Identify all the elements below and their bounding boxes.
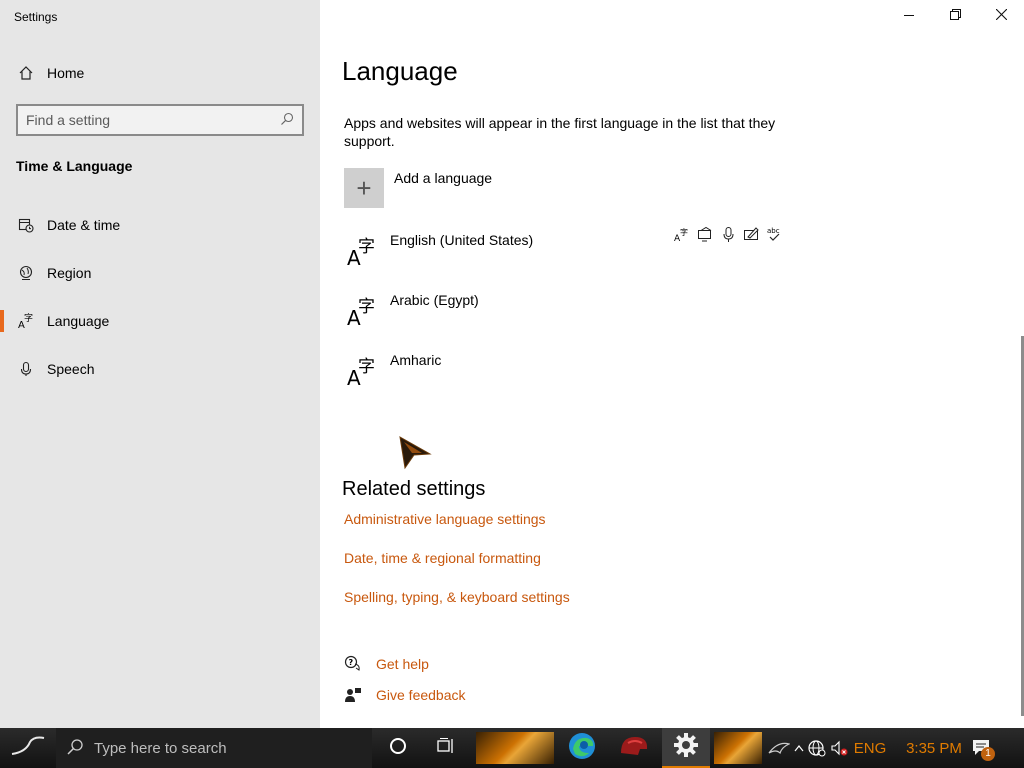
admin-language-settings-link[interactable]: Administrative language settings: [344, 511, 546, 527]
display-language-icon: A字: [674, 226, 691, 244]
microphone-icon: [16, 359, 36, 379]
sidebar-item-date-time[interactable]: Date & time: [0, 205, 320, 245]
main-content: Language Apps and websites will appear i…: [320, 0, 1024, 728]
language-features: A字 abc: [674, 226, 783, 244]
help-chat-icon: ?: [344, 655, 362, 673]
notification-badge: 1: [981, 747, 995, 761]
svg-text:abc: abc: [767, 227, 780, 235]
language-icon: A字: [347, 237, 375, 270]
svg-text:字: 字: [24, 312, 33, 324]
settings-window: Settings Home Time & Language Date & tim…: [0, 0, 1024, 728]
gear-icon: [673, 732, 699, 763]
language-icon: A字: [347, 297, 375, 330]
sidebar: Settings Home Time & Language Date & tim…: [0, 0, 320, 728]
settings-app-button[interactable]: [662, 728, 710, 768]
search-icon: [66, 738, 84, 761]
language-description: Apps and websites will appear in the fir…: [344, 115, 776, 149]
volume-muted-icon[interactable]: [828, 739, 850, 757]
sidebar-item-home[interactable]: Home: [0, 53, 320, 93]
taskbar-theme-decoration: [714, 732, 762, 764]
start-logo-icon: [8, 734, 48, 763]
language-item-arabic[interactable]: A字 Arabic (Egypt): [344, 290, 784, 342]
action-center-button[interactable]: 1: [964, 728, 1000, 768]
sidebar-item-label: Region: [47, 265, 92, 281]
taskbar-search-box[interactable]: Type here to search: [56, 728, 372, 768]
svg-text:字: 字: [680, 227, 688, 237]
app-title: Settings: [14, 10, 58, 24]
search-icon[interactable]: [280, 112, 296, 128]
sidebar-item-speech[interactable]: Speech: [0, 349, 320, 389]
text-to-speech-icon: [697, 226, 714, 243]
give-feedback-label: Give feedback: [376, 687, 466, 703]
speech-recognition-icon: [720, 226, 737, 243]
related-settings-title: Related settings: [342, 478, 486, 500]
taskbar-search-placeholder: Type here to search: [94, 740, 227, 757]
search-setting-box[interactable]: [16, 104, 304, 136]
sidebar-item-region[interactable]: Region: [0, 253, 320, 293]
rog-logo-icon[interactable]: [766, 741, 792, 755]
page-title: Language: [342, 56, 458, 86]
input-language-indicator[interactable]: ENG: [850, 740, 890, 757]
network-globe-icon[interactable]: [806, 739, 828, 757]
chevron-up-icon[interactable]: [792, 744, 806, 752]
get-help-label: Get help: [376, 656, 429, 672]
task-view-icon: [437, 737, 455, 760]
add-language-label: Add a language: [394, 170, 493, 186]
sidebar-item-language[interactable]: A字 Language: [0, 301, 320, 341]
taskbar: Type here to search ENG 3:35 PM 1: [0, 728, 1024, 768]
language-item-amharic[interactable]: A字 Amharic: [344, 350, 784, 402]
task-view-button[interactable]: [430, 728, 462, 768]
game-app-button[interactable]: [612, 728, 656, 768]
typing-keyboard-settings-link[interactable]: Spelling, typing, & keyboard settings: [344, 589, 570, 605]
start-button[interactable]: [0, 728, 56, 768]
helmet-icon: [618, 733, 650, 764]
language-name: English (United States): [390, 232, 534, 248]
mouse-cursor-icon: [398, 436, 432, 470]
globe-icon: [16, 263, 36, 283]
sidebar-item-label: Home: [47, 65, 85, 81]
spellcheck-icon: abc: [766, 226, 783, 243]
plus-icon: +: [344, 168, 384, 208]
language-icon: A字: [16, 311, 36, 331]
sidebar-item-label: Speech: [47, 361, 95, 377]
svg-text:?: ?: [349, 658, 354, 667]
edge-icon: [567, 731, 597, 766]
cortana-circle-icon: [389, 737, 407, 760]
sidebar-item-label: Language: [47, 313, 110, 329]
language-name: Arabic (Egypt): [390, 292, 479, 308]
cortana-button[interactable]: [382, 728, 414, 768]
system-tray: ENG 3:35 PM: [766, 728, 972, 768]
notification-icon: 1: [971, 737, 995, 761]
sidebar-item-label: Date & time: [47, 217, 121, 233]
calendar-clock-icon: [16, 215, 36, 235]
home-icon: [16, 63, 36, 83]
handwriting-icon: [743, 226, 760, 243]
taskbar-theme-decoration: [476, 732, 554, 764]
regional-formatting-link[interactable]: Date, time & regional formatting: [344, 550, 541, 566]
section-title: Time & Language: [16, 158, 133, 174]
feedback-person-icon: [344, 686, 362, 704]
language-icon: A字: [347, 357, 375, 390]
edge-browser-button[interactable]: [560, 728, 604, 768]
language-name: Amharic: [390, 352, 442, 368]
add-language-button[interactable]: + Add a language: [344, 168, 644, 210]
clock[interactable]: 3:35 PM: [896, 740, 972, 757]
search-input[interactable]: [26, 110, 276, 130]
